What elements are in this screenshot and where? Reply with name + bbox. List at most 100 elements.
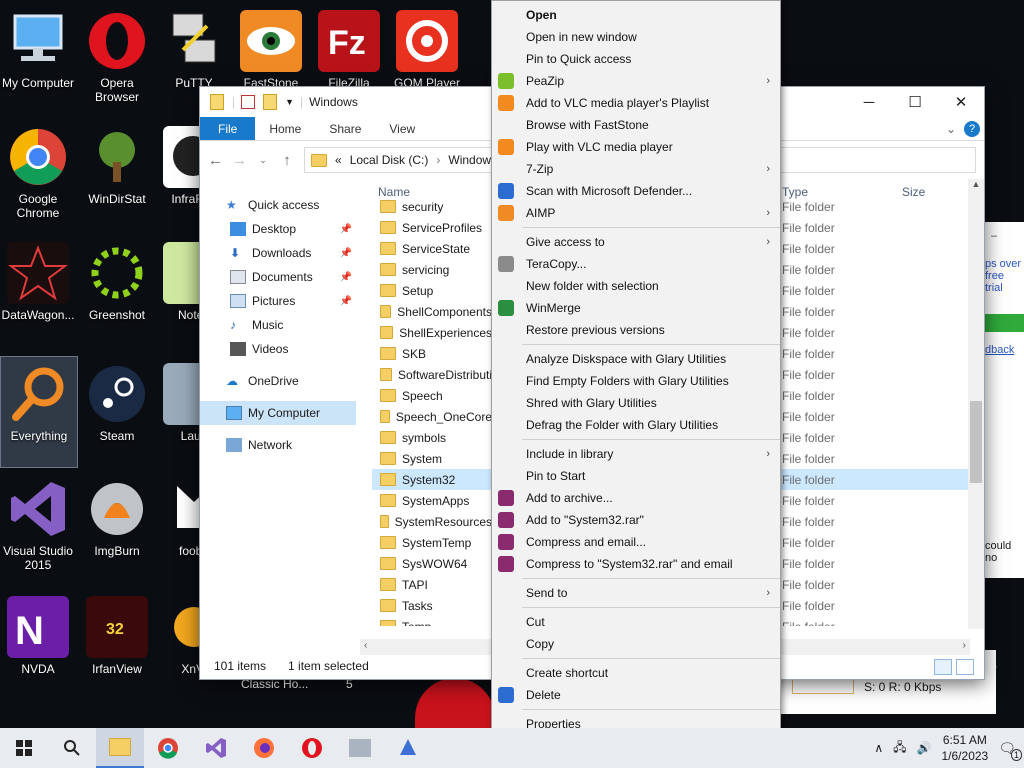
menu-item-send-to[interactable]: Send to › (492, 582, 780, 604)
desktop-icon-chrome[interactable]: Google Chrome (0, 120, 76, 230)
menu-item-pin-to-start[interactable]: Pin to Start (492, 465, 780, 487)
menu-separator (522, 439, 780, 440)
menu-item-compress-and-email[interactable]: Compress and email... (492, 531, 780, 553)
details-view-button[interactable] (934, 659, 952, 675)
desktop-icon-imgburn[interactable]: ImgBurn (79, 472, 155, 582)
firefox-icon (254, 738, 274, 758)
file-type: File folder (782, 556, 835, 571)
menu-item-create-shortcut[interactable]: Create shortcut (492, 662, 780, 684)
menu-item-aimp[interactable]: AIMP › (492, 202, 780, 224)
tab-home[interactable]: Home (255, 117, 315, 140)
menu-item-shred-with-glary-utilities[interactable]: Shred with Glary Utilities (492, 392, 780, 414)
menu-item-browse-with-faststone[interactable]: Browse with FastStone (492, 114, 780, 136)
desktop-icon-my-computer[interactable]: My Computer (0, 4, 76, 114)
taskbar-app-2[interactable] (384, 728, 432, 768)
menu-item-label: Cut (526, 615, 545, 629)
menu-item-defrag-the-folder-with-glary-utilities[interactable]: Defrag the Folder with Glary Utilities (492, 414, 780, 436)
nav-label: Videos (252, 342, 289, 356)
menu-item-pin-to-quick-access[interactable]: Pin to Quick access (492, 48, 780, 70)
taskbar-visual-studio[interactable] (192, 728, 240, 768)
nav-pictures[interactable]: Pictures 📌 (200, 289, 356, 313)
menu-item-give-access-to[interactable]: Give access to › (492, 231, 780, 253)
menu-item-open[interactable]: Open (492, 4, 780, 26)
breadcrumb-windows[interactable]: Windows (448, 153, 497, 167)
scrollbar-thumb[interactable] (970, 401, 982, 483)
datawagon-icon (7, 242, 69, 304)
menu-item-label: Give access to (526, 235, 605, 249)
clock[interactable]: 6:51 AM 1/6/2023 (942, 732, 989, 764)
chevron-up-icon[interactable]: ∧ (874, 741, 883, 755)
desktop-icon-everything[interactable]: Everything (0, 356, 78, 468)
menu-item-winmerge[interactable]: WinMerge (492, 297, 780, 319)
minimize-button[interactable]: ─ (846, 87, 892, 117)
notification-icon[interactable]: 🗨 1 (998, 740, 1022, 761)
menu-item-delete[interactable]: Delete (492, 684, 780, 706)
taskbar-file-explorer[interactable] (96, 728, 144, 768)
tab-view[interactable]: View (375, 117, 429, 140)
nav-network[interactable]: Network (200, 433, 356, 457)
menu-item-add-to-vlc-media-player-s-playlist[interactable]: Add to VLC media player's Playlist (492, 92, 780, 114)
desktop-icon-steam[interactable]: Steam (79, 357, 155, 467)
nav-quick-access[interactable]: ★ Quick access (200, 193, 356, 217)
menu-item-cut[interactable]: Cut (492, 611, 780, 633)
desktop-icon-visual-studio[interactable]: Visual Studio 2015 (0, 472, 76, 582)
menu-item-peazip[interactable]: PeaZip › (492, 70, 780, 92)
up-arrow-icon[interactable]: ↑ (280, 152, 294, 169)
nav-music[interactable]: ♪ Music (200, 313, 356, 337)
volume-icon[interactable]: 🔊 (917, 741, 932, 755)
faststone-icon (240, 10, 302, 72)
menu-item-scan-with-microsoft-defender[interactable]: Scan with Microsoft Defender... (492, 180, 780, 202)
close-button[interactable]: ✕ (938, 87, 984, 117)
properties-icon[interactable] (241, 95, 256, 109)
taskbar-firefox[interactable] (240, 728, 288, 768)
chevron-down-icon[interactable]: ⌄ (256, 155, 270, 166)
desktop-icon-windirstat[interactable]: WinDirStat (79, 120, 155, 230)
taskbar-app[interactable] (336, 728, 384, 768)
menu-item-find-empty-folders-with-glary-utilities[interactable]: Find Empty Folders with Glary Utilities (492, 370, 780, 392)
menu-item-7-zip[interactable]: 7-Zip › (492, 158, 780, 180)
nav-onedrive[interactable]: ☁ OneDrive (200, 369, 356, 393)
back-arrow-icon[interactable]: ← (208, 152, 223, 169)
network-icon[interactable]: 🖧 (893, 738, 906, 759)
nav-my-computer[interactable]: My Computer (200, 401, 356, 425)
menu-item-play-with-vlc-media-player[interactable]: Play with VLC media player (492, 136, 780, 158)
feedback-link[interactable]: dback (985, 344, 1024, 356)
menu-item-open-in-new-window[interactable]: Open in new window (492, 26, 780, 48)
menu-item-compress-to-system32-rar-and-email[interactable]: Compress to "System32.rar" and email (492, 553, 780, 575)
breadcrumb-local-disk[interactable]: Local Disk (C:) (350, 153, 429, 167)
help-icon[interactable]: ? (964, 120, 980, 137)
menu-item-teracopy[interactable]: TeraCopy... (492, 253, 780, 275)
taskbar-opera[interactable] (288, 728, 336, 768)
nav-desktop[interactable]: Desktop 📌 (200, 217, 356, 241)
forward-arrow-icon[interactable]: → (232, 152, 247, 169)
menu-item-add-to-system32-rar[interactable]: Add to "System32.rar" (492, 509, 780, 531)
chevron-down-icon[interactable]: ⌄ (946, 122, 956, 136)
nav-downloads[interactable]: ⬇ Downloads 📌 (200, 241, 356, 265)
tab-file[interactable]: File (200, 117, 256, 140)
desktop-icon-opera[interactable]: Opera Browser (79, 4, 155, 114)
desktop-icon-greenshot[interactable]: Greenshot (79, 236, 155, 346)
chevron-down-icon[interactable]: ▼ (285, 97, 294, 107)
start-button[interactable] (0, 728, 48, 768)
search-button[interactable] (48, 728, 96, 768)
folder-icon (380, 536, 396, 549)
taskbar-chrome[interactable] (144, 728, 192, 768)
menu-item-new-folder-with-selection[interactable]: New folder with selection (492, 275, 780, 297)
menu-item-include-in-library[interactable]: Include in library › (492, 443, 780, 465)
desktop-icon-nvda[interactable]: N NVDA (0, 590, 76, 700)
desktop-icon-irfanview[interactable]: 32 IrfanView (79, 590, 155, 700)
new-folder-icon[interactable] (263, 94, 278, 110)
large-icons-view-button[interactable] (956, 659, 974, 675)
menu-item-restore-previous-versions[interactable]: Restore previous versions (492, 319, 780, 341)
menu-separator (522, 709, 780, 710)
desktop-icon-datawagon[interactable]: DataWagon... (0, 236, 76, 346)
nav-documents[interactable]: Documents 📌 (200, 265, 356, 289)
menu-item-analyze-diskspace-with-glary-utilities[interactable]: Analyze Diskspace with Glary Utilities (492, 348, 780, 370)
menu-item-label: 7-Zip (526, 162, 554, 176)
tab-share[interactable]: Share (315, 117, 375, 140)
vertical-scrollbar[interactable]: ▲ (968, 179, 984, 629)
nav-videos[interactable]: Videos (200, 337, 356, 361)
maximize-button[interactable]: ☐ (892, 87, 938, 117)
menu-item-add-to-archive[interactable]: Add to archive... (492, 487, 780, 509)
menu-item-copy[interactable]: Copy (492, 633, 780, 655)
